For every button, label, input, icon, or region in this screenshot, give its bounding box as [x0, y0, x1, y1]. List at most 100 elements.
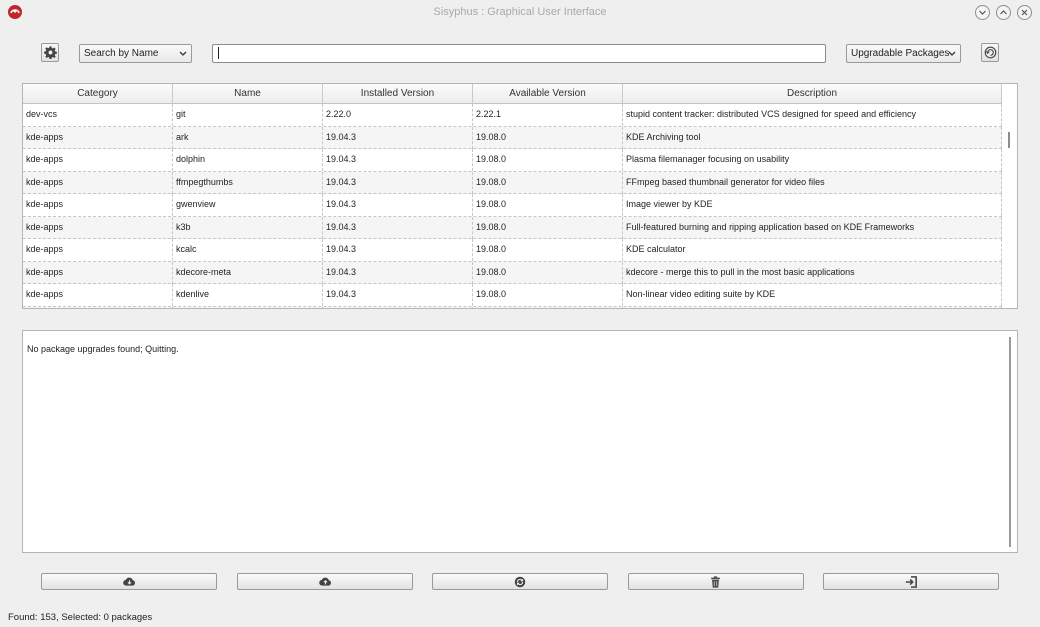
package-filter-label: Upgradable Packages	[851, 48, 950, 59]
column-header-available-version[interactable]: Available Version	[473, 84, 623, 104]
package-filter-select[interactable]: Upgradable Packages	[846, 44, 961, 63]
log-scrollbar[interactable]	[1009, 337, 1011, 547]
table-scrollbar[interactable]	[1007, 84, 1017, 308]
search-input[interactable]	[212, 44, 826, 63]
cell-description: Plasma filemanager focusing on usability	[623, 149, 1002, 171]
cell-name: kdecore-meta	[173, 261, 323, 284]
cell-category: kde-apps	[23, 194, 173, 216]
cell-category	[23, 306, 173, 308]
uninstall-button[interactable]	[237, 573, 413, 590]
cell-category: dev-vcs	[23, 104, 173, 126]
cell-available-version: 19.08.0	[473, 194, 623, 216]
cloud-download-icon	[123, 577, 135, 586]
cell-installed-version: 19.04.3	[323, 261, 473, 284]
cell-available-version: 19.08.0	[473, 239, 623, 261]
cell-available-version	[473, 306, 623, 308]
table-row[interactable]: kde-apps ark 19.04.3 19.08.0 KDE Archivi…	[23, 126, 1002, 149]
clean-button[interactable]	[628, 573, 804, 590]
chevron-down-icon	[948, 51, 956, 56]
log-message: No package upgrades found; Quitting.	[27, 344, 179, 354]
cell-description: Non-linear video editing suite by KDE	[623, 284, 1002, 306]
cell-installed-version: 19.04.3	[323, 149, 473, 171]
close-icon	[1021, 9, 1028, 16]
search-mode-label: Search by Name	[84, 48, 159, 59]
gear-icon	[44, 46, 57, 59]
cell-name: git	[173, 104, 323, 126]
cell-installed-version: 19.04.3	[323, 284, 473, 306]
cell-name: ark	[173, 126, 323, 149]
chevron-up-icon	[1000, 10, 1007, 15]
status-bar: Found: 153, Selected: 0 packages	[8, 612, 153, 623]
cell-name: dolphin	[173, 149, 323, 171]
column-header-description[interactable]: Description	[623, 84, 1002, 104]
cell-description: KDE calculator	[623, 239, 1002, 261]
column-header-name[interactable]: Name	[173, 84, 323, 104]
scrollbar-thumb[interactable]	[1008, 132, 1010, 148]
cell-description: stupid content tracker: distributed VCS …	[623, 104, 1002, 126]
cell-name: kcalc	[173, 239, 323, 261]
text-caret	[218, 47, 219, 59]
cell-name: kdenlive	[173, 284, 323, 306]
cell-description: FFmpeg based thumbnail generator for vid…	[623, 171, 1002, 194]
cell-installed-version: 2.22.0	[323, 104, 473, 126]
cell-installed-version: 19.04.3	[323, 171, 473, 194]
chevron-down-icon	[979, 10, 986, 15]
table-row[interactable]: kde-apps gwenview 19.04.3 19.08.0 Image …	[23, 194, 1002, 217]
package-table[interactable]: Category Name Installed Version Availabl…	[22, 83, 1018, 309]
cell-available-version: 19.08.0	[473, 261, 623, 284]
table-row[interactable]	[23, 306, 1002, 308]
cell-available-version: 19.08.0	[473, 171, 623, 194]
refresh-button[interactable]	[981, 43, 999, 62]
cell-installed-version: 19.04.3	[323, 194, 473, 216]
chevron-down-icon	[179, 51, 187, 56]
cell-available-version: 19.08.0	[473, 216, 623, 239]
output-log[interactable]: No package upgrades found; Quitting.	[22, 330, 1018, 553]
column-header-category[interactable]: Category	[23, 84, 173, 104]
exit-button[interactable]	[823, 573, 999, 590]
cell-description: Full-featured burning and ripping applic…	[623, 216, 1002, 239]
cell-installed-version: 19.04.3	[323, 216, 473, 239]
table-row[interactable]: kde-apps ffmpegthumbs 19.04.3 19.08.0 FF…	[23, 171, 1002, 194]
cell-category: kde-apps	[23, 239, 173, 261]
cell-category: kde-apps	[23, 284, 173, 306]
table-row[interactable]: kde-apps dolphin 19.04.3 19.08.0 Plasma …	[23, 149, 1002, 172]
cell-available-version: 19.08.0	[473, 149, 623, 171]
cell-description: Image viewer by KDE	[623, 194, 1002, 216]
refresh-icon	[984, 46, 997, 59]
table-row[interactable]: kde-apps kcalc 19.04.3 19.08.0 KDE calcu…	[23, 239, 1002, 262]
cell-description: kdecore - merge this to pull in the most…	[623, 261, 1002, 284]
install-button[interactable]	[41, 573, 217, 590]
cell-category: kde-apps	[23, 216, 173, 239]
settings-button[interactable]	[41, 43, 59, 62]
table-header: Category Name Installed Version Availabl…	[23, 84, 1002, 104]
sync-icon	[514, 576, 526, 588]
trash-icon	[711, 576, 720, 588]
table-row[interactable]: dev-vcs git 2.22.0 2.22.1 stupid content…	[23, 104, 1002, 127]
minimize-button[interactable]	[975, 5, 990, 20]
cell-category: kde-apps	[23, 171, 173, 194]
close-button[interactable]	[1017, 5, 1032, 20]
upgrade-button[interactable]	[432, 573, 608, 590]
cell-name: k3b	[173, 216, 323, 239]
table-row[interactable]: kde-apps kdecore-meta 19.04.3 19.08.0 kd…	[23, 261, 1002, 284]
search-mode-select[interactable]: Search by Name	[79, 44, 192, 63]
cell-description: KDE Archiving tool	[623, 126, 1002, 149]
window-title: Sisyphus : Graphical User Interface	[433, 6, 607, 18]
cell-name	[173, 306, 323, 308]
cell-installed-version	[323, 306, 473, 308]
table-body: dev-vcs git 2.22.0 2.22.1 stupid content…	[23, 104, 1002, 308]
cloud-upload-icon	[319, 577, 331, 586]
title-bar: Sisyphus : Graphical User Interface	[0, 0, 1040, 24]
table-row[interactable]: kde-apps kdenlive 19.04.3 19.08.0 Non-li…	[23, 284, 1002, 307]
cell-name: gwenview	[173, 194, 323, 216]
cell-installed-version: 19.04.3	[323, 239, 473, 261]
cell-available-version: 19.08.0	[473, 284, 623, 306]
table-row[interactable]: kde-apps k3b 19.04.3 19.08.0 Full-featur…	[23, 216, 1002, 239]
cell-available-version: 19.08.0	[473, 126, 623, 149]
cell-installed-version: 19.04.3	[323, 126, 473, 149]
cell-category: kde-apps	[23, 261, 173, 284]
column-header-installed-version[interactable]: Installed Version	[323, 84, 473, 104]
cell-description	[623, 306, 1002, 308]
cell-name: ffmpegthumbs	[173, 171, 323, 194]
maximize-button[interactable]	[996, 5, 1011, 20]
